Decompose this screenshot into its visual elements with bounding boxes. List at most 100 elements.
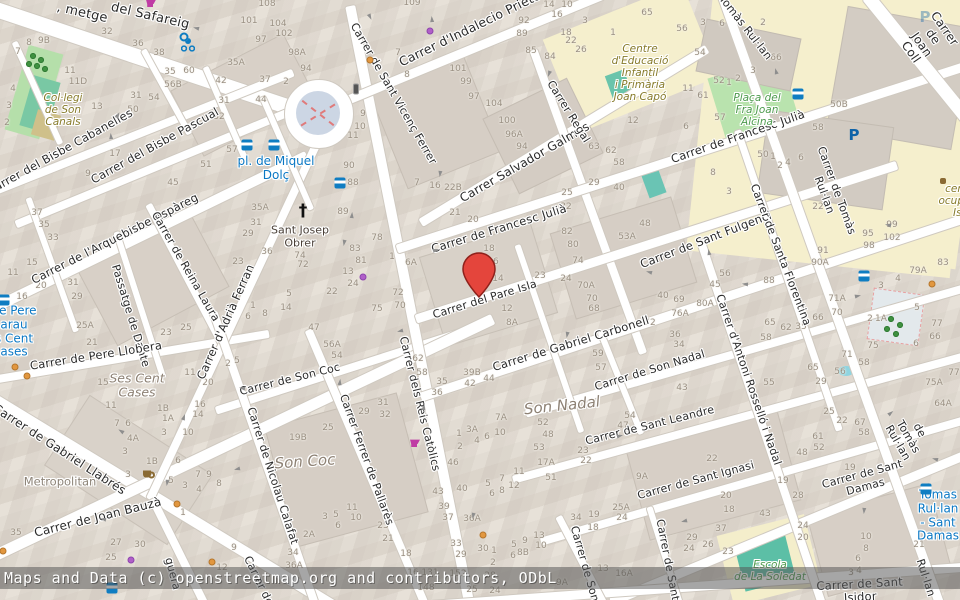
house-number: 9 <box>206 470 212 480</box>
house-number: 52 <box>537 418 548 428</box>
house-number: 7 <box>414 178 420 188</box>
house-number: 66 <box>812 313 823 323</box>
house-number: 7 <box>195 470 201 480</box>
dot-purple-icon <box>128 557 135 564</box>
bike-icon <box>181 44 195 53</box>
house-number: 8 <box>216 479 222 489</box>
house-number: 14 <box>192 410 203 420</box>
poi-label: Sant Josep Obrer <box>271 224 329 249</box>
house-number: 6 <box>683 122 689 132</box>
house-number: 62 <box>780 323 791 333</box>
arrow-icon: ► <box>163 479 172 486</box>
house-number: 102 <box>275 29 292 39</box>
house-number: 104 <box>269 19 286 29</box>
house-number: 5 <box>485 479 491 489</box>
house-number: 6 <box>913 339 919 349</box>
house-number: 16 <box>194 400 205 410</box>
house-number: 97 <box>255 35 266 45</box>
house-number: 10 <box>350 513 361 523</box>
house-number: 89 <box>516 29 527 39</box>
location-pin-icon[interactable] <box>462 252 496 298</box>
house-number: 98 <box>863 241 874 251</box>
house-number: 3A <box>466 425 478 435</box>
house-number: 8 <box>26 38 32 48</box>
house-number: 45 <box>167 178 178 188</box>
arrow-icon: ► <box>396 326 404 335</box>
house-number: 38 <box>153 48 164 58</box>
parking-icon: P <box>849 126 860 144</box>
house-number: 25 <box>561 188 572 198</box>
house-number: 48 <box>639 219 650 229</box>
arrow-icon: ► <box>107 133 116 140</box>
house-number: 29 <box>455 550 466 560</box>
house-number: 1A <box>162 414 174 424</box>
arrow-icon: ► <box>233 464 241 473</box>
cart-icon <box>410 439 420 447</box>
house-number: 58 <box>858 358 869 368</box>
house-number: 9 <box>522 536 528 546</box>
house-number: 4 <box>196 485 202 495</box>
house-number: 6A <box>405 258 417 268</box>
house-number: 29 <box>686 533 697 543</box>
house-number: 48 <box>796 448 807 458</box>
transit-stop-label: Tomas Rul·lan - Sant Damas <box>917 488 959 543</box>
house-number: 3 <box>700 18 706 28</box>
house-number: 82 <box>561 227 572 237</box>
tree-icon <box>26 61 32 67</box>
house-number: 7 <box>15 47 21 57</box>
house-number: 50 <box>757 150 768 160</box>
house-number: 78 <box>371 233 382 243</box>
house-number: 104 <box>485 99 502 109</box>
dot-orange-icon <box>174 501 181 508</box>
house-number: 1 <box>491 546 497 556</box>
house-number: 72 <box>297 260 308 270</box>
house-number: 75A <box>925 378 943 388</box>
house-number: 16 <box>551 10 562 20</box>
house-number: 21 <box>382 534 393 544</box>
house-number: 35 <box>436 377 447 387</box>
dot-orange-icon <box>24 373 31 380</box>
house-number: 60 <box>183 66 194 76</box>
house-number: 23 <box>722 547 733 557</box>
house-number: 8 <box>710 168 716 178</box>
house-number: 54 <box>148 93 159 103</box>
house-number: 14 <box>543 0 554 10</box>
house-number: 8 <box>863 544 869 554</box>
house-number: 4 <box>10 84 16 94</box>
arrow-icon: ► <box>436 170 445 177</box>
house-number: 50B <box>830 100 848 110</box>
house-number: 3 <box>161 428 167 438</box>
dot-orange-icon <box>480 532 487 539</box>
house-number: 2 <box>735 74 741 84</box>
bus-icon <box>335 178 346 189</box>
house-number: 29 <box>815 377 826 387</box>
house-number: 30 <box>134 540 145 550</box>
house-number: 99 <box>460 77 471 87</box>
house-number: 18 <box>723 505 734 515</box>
house-number: 70 <box>586 294 597 304</box>
house-number: 32 <box>101 27 112 37</box>
house-number: 9 <box>231 543 237 553</box>
house-number: 102 <box>883 233 900 243</box>
house-number: 37 <box>715 524 726 534</box>
house-number: 42 <box>464 379 475 389</box>
house-number: 79A <box>909 266 927 276</box>
house-number: 54 <box>624 411 635 421</box>
map-canvas[interactable]: Maps and Data (c) openstreetmap.org and … <box>0 0 960 600</box>
bus-icon <box>859 271 870 282</box>
house-number: 75 <box>867 341 878 351</box>
house-number: 11 <box>64 66 75 76</box>
house-number: 5 <box>333 510 339 520</box>
house-number: 4A <box>127 434 139 444</box>
house-number: 6 <box>855 554 861 564</box>
house-number: 90 <box>343 161 354 171</box>
arrow-icon: ► <box>365 12 375 21</box>
house-number: 31 <box>67 278 78 288</box>
house-number: 34 <box>570 513 581 523</box>
cafe-icon <box>143 471 151 478</box>
house-number: 35 <box>164 67 175 77</box>
house-number: 2 <box>457 442 463 452</box>
house-number: 1 <box>456 429 462 439</box>
house-number: 85 <box>525 46 536 56</box>
house-number: 24 <box>616 513 627 523</box>
